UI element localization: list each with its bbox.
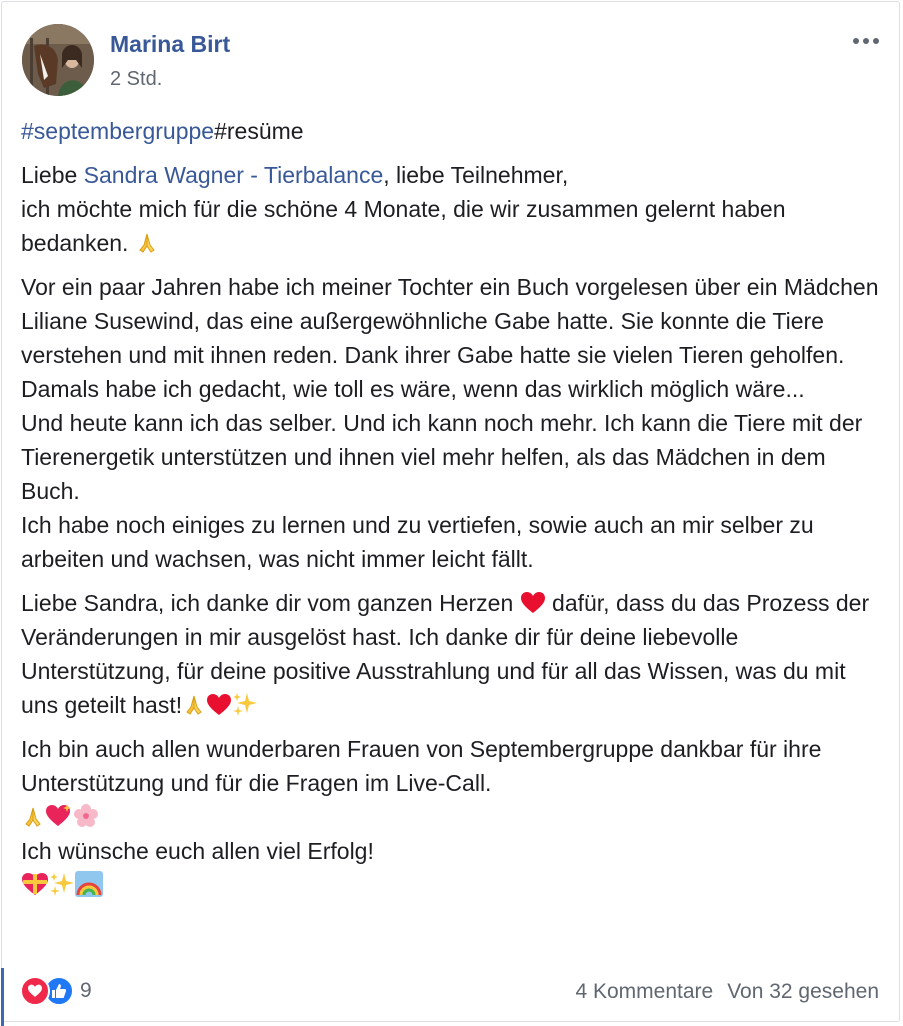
more-options-icon[interactable] <box>849 26 883 56</box>
reactions-summary[interactable]: 9 <box>20 976 92 1006</box>
more-dot <box>853 38 859 44</box>
folded-hands-emoji <box>21 805 45 829</box>
paragraph-story: Vor ein paar Jahren habe ich meiner Toch… <box>21 270 889 576</box>
greeting-suffix: , liebe Teilnehmer, <box>383 162 569 188</box>
hashtags-line: #septembergruppe#resüme <box>21 114 889 148</box>
post-body: #septembergruppe#resüme Liebe Sandra Wag… <box>21 114 889 912</box>
closing-line-1: Ich bin auch allen wunderbaren Frauen vo… <box>21 736 822 796</box>
paragraph-closing: Ich bin auch allen wunderbaren Frauen vo… <box>21 732 889 902</box>
seen-count-link[interactable]: Von 32 gesehen <box>727 980 879 1004</box>
focus-accent-bar <box>1 968 4 1026</box>
post-stats: 4 Kommentare Von 32 gesehen <box>575 980 879 1004</box>
love-reaction-icon <box>20 976 50 1006</box>
greeting-prefix: Liebe <box>21 162 84 188</box>
more-dot <box>863 38 869 44</box>
sparkling-heart-emoji <box>45 803 73 829</box>
cherry-blossom-emoji <box>73 803 99 829</box>
post-card: Marina Birt 2 Std. #septembergruppe#resü… <box>1 1 900 1026</box>
heart-with-ribbon-emoji <box>21 871 49 897</box>
rainbow-emoji <box>75 871 103 897</box>
paragraph-thanks: Liebe Sandra, ich danke dir vom ganzen H… <box>21 586 889 722</box>
sparkles-emoji <box>232 691 258 717</box>
hashtag-link[interactable]: #septembergruppe <box>21 118 214 144</box>
story-line-2: Und heute kann ich das selber. Und ich k… <box>21 410 863 504</box>
story-line-3: Ich habe noch einiges zu lernen und zu v… <box>21 512 814 572</box>
post-timestamp[interactable]: 2 Std. <box>110 68 162 91</box>
avatar[interactable] <box>22 24 94 96</box>
red-heart-emoji <box>520 591 546 615</box>
more-dot <box>873 38 879 44</box>
post-footer: 9 4 Kommentare Von 32 gesehen <box>20 974 879 1014</box>
mention-link[interactable]: Sandra Wagner - Tierbalance <box>84 162 384 188</box>
folded-hands-emoji <box>182 693 206 717</box>
post-header: Marina Birt 2 Std. <box>22 24 883 100</box>
closing-line-2: Ich wünsche euch allen viel Erfolg! <box>21 838 374 864</box>
reaction-count: 9 <box>80 979 92 1002</box>
red-heart-emoji <box>206 693 232 717</box>
story-line-1: Vor ein paar Jahren habe ich meiner Toch… <box>21 274 879 402</box>
folded-hands-emoji <box>135 231 159 255</box>
comments-count-link[interactable]: 4 Kommentare <box>575 980 713 1004</box>
hashtag-text: #resüme <box>214 118 304 144</box>
thanks-part-1: Liebe Sandra, ich danke dir vom ganzen H… <box>21 590 514 616</box>
paragraph-greeting: Liebe Sandra Wagner - Tierbalance, liebe… <box>21 158 889 260</box>
author-name[interactable]: Marina Birt <box>110 31 230 58</box>
sparkles-emoji <box>49 871 75 897</box>
